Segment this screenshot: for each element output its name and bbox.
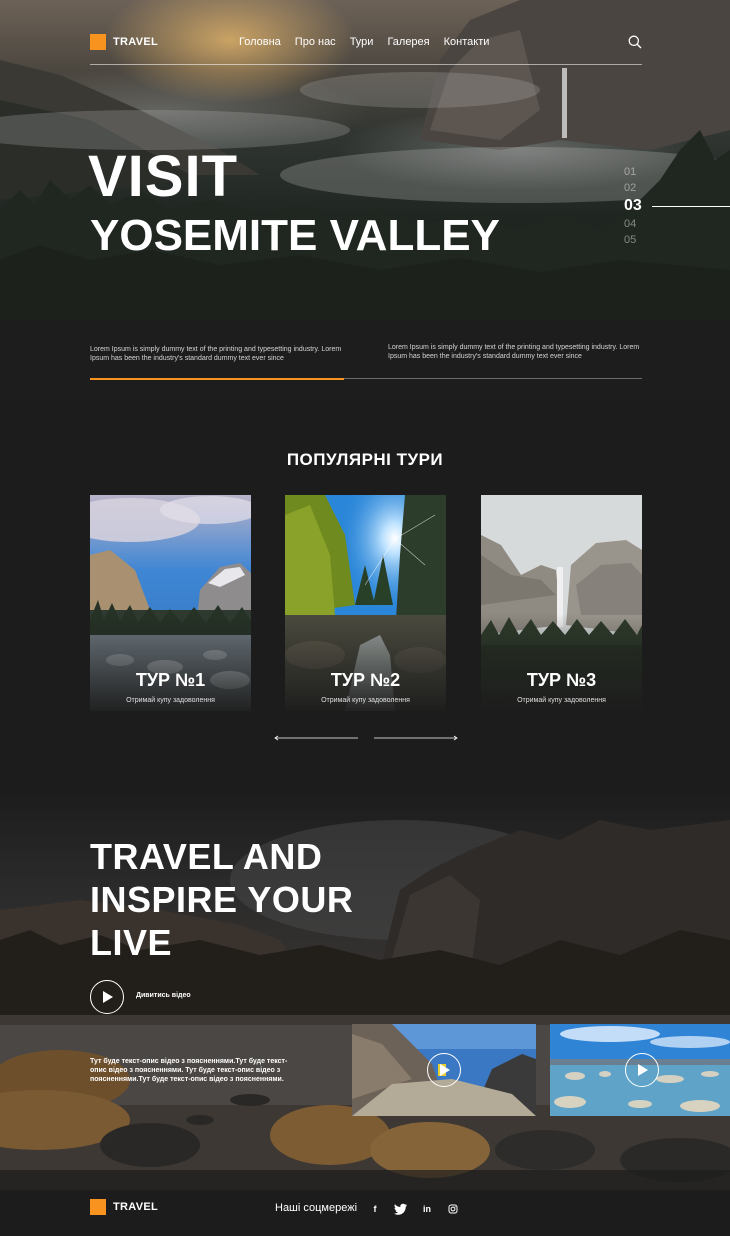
active-slide-indicator-line [652,206,730,207]
active-slide-label: 03 [624,197,642,214]
tour-1-subtitle: Отримай купу задоволення [126,697,215,704]
slide-number[interactable]: 04 [624,216,730,232]
facebook-icon[interactable]: f [368,1203,382,1215]
play-icon [638,1064,648,1076]
logo-text: TRAVEL [113,36,158,48]
logo-text: TRAVEL [113,1201,158,1213]
video-thumbnail-2[interactable] [550,1024,730,1116]
video-section: TRAVEL AND INSPIRE YOUR LIVE Дивитись ві… [0,790,730,1190]
play-video-button[interactable] [90,980,124,1014]
popular-tours-heading: ПОПУЛЯРНІ ТУРИ [286,450,444,469]
social-networks-label: Наші соцмережі [275,1202,358,1214]
hero-title-line-2: YOSEMITE VALLEY [90,211,500,260]
tour-card-2[interactable]: ТУР №2 Отримай купу задоволення [285,495,446,711]
tour-2-title: ТУР №2 [330,670,401,690]
search-icon[interactable] [628,35,642,49]
watch-video-link[interactable]: Дивитись відео [136,992,191,999]
slide-number[interactable]: 01 [624,164,730,180]
logo[interactable]: TRAVEL [90,34,158,50]
nav-link-gallery[interactable]: Галерея [387,36,429,48]
nav-link-about[interactable]: Про нас [295,36,336,48]
tour-card-1[interactable]: ТУР №1 Отримай купу задоволення [90,495,251,711]
slide-number-active[interactable]: 03 [624,196,730,216]
slide-number[interactable]: 02 [624,180,730,196]
nav-link-home[interactable]: Головна [239,36,281,48]
tour-card-3[interactable]: ТУР №3 Отримай купу задоволення [481,495,642,711]
footer-logo[interactable]: TRAVEL [90,1199,158,1215]
arrow-right-icon[interactable] [374,733,458,743]
nav-link-tours[interactable]: Тури [350,36,374,48]
logo-mark [90,1199,106,1215]
tour-2-subtitle: Отримай купу задоволення [321,697,410,704]
hero-title-line-1: VISIT [88,144,239,209]
play-icon [440,1064,450,1076]
video-thumbnail-1[interactable] [352,1024,536,1116]
hero-text-right: Lorem Ipsum is simply dummy text of the … [388,344,640,360]
arrow-left-icon[interactable] [274,733,358,743]
tour-3-title: ТУР №3 [526,670,597,690]
hero-progress-fill [90,378,344,380]
hero-progress-bar [90,378,642,380]
slide-pagination: 01 02 03 04 05 [624,164,730,248]
tour-1-title: ТУР №1 [135,670,206,690]
hero-text-left: Lorem Ipsum is simply dummy text of the … [90,346,342,362]
linkedin-icon[interactable]: in [420,1203,434,1215]
footer: TRAVEL Наші соцмережі f in [0,1190,730,1236]
nav-link-contacts[interactable]: Контакти [444,36,490,48]
thumbnail-1-play-button[interactable] [427,1053,461,1087]
play-icon [103,991,113,1003]
video-description: Тут буде текст-опис відео з поясненнями.… [90,1058,288,1083]
main-menu: Головна Про нас Тури Галерея Контакти [239,36,489,48]
logo-mark [90,34,106,50]
hero-section: TRAVEL Головна Про нас Тури Галерея Конт… [0,0,730,400]
tour-3-subtitle: Отримай купу задоволення [517,697,606,704]
video-section-title: TRAVEL AND INSPIRE YOUR LIVE [90,836,354,963]
thumbnail-2-play-button[interactable] [625,1053,659,1087]
instagram-icon[interactable] [446,1203,460,1215]
top-navigation: TRAVEL Головна Про нас Тури Галерея Конт… [90,30,642,65]
slide-number[interactable]: 05 [624,232,730,248]
twitter-icon[interactable] [394,1203,408,1215]
